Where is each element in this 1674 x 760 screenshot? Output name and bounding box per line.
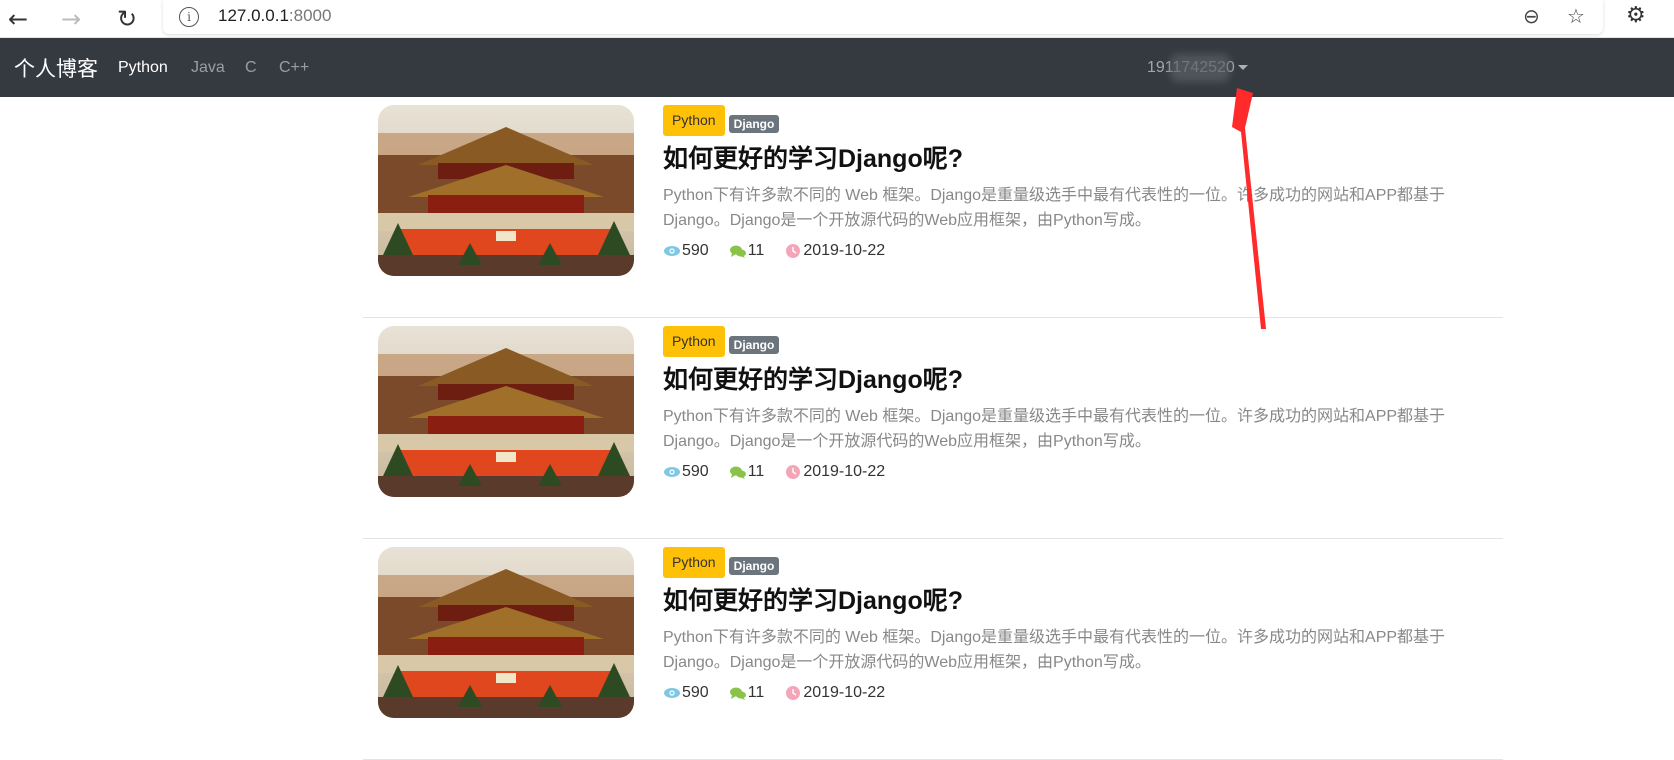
post-date: 2019-10-22 xyxy=(803,463,886,480)
views-count: 590 xyxy=(682,684,709,701)
back-arrow-icon[interactable]: ← xyxy=(3,4,33,34)
views-stat: 590 xyxy=(663,463,709,481)
address-bar[interactable]: i 127.0.0.1:8000 ⊖ ☆ xyxy=(163,0,1603,34)
views-stat: 590 xyxy=(663,684,709,702)
date-stat: 2019-10-22 xyxy=(784,463,885,481)
date-stat: 2019-10-22 xyxy=(784,242,885,260)
tag-badge[interactable]: Django xyxy=(729,115,779,133)
comments-icon xyxy=(729,245,746,258)
clock-icon xyxy=(786,465,801,479)
post-date: 2019-10-22 xyxy=(803,684,886,701)
comments-stat: 11 xyxy=(729,684,765,702)
comments-stat: 11 xyxy=(729,463,765,481)
comments-icon xyxy=(729,466,746,479)
comments-stat: 11 xyxy=(729,242,765,260)
category-badge[interactable]: Python xyxy=(663,326,725,357)
post-card: Python Django 如何更好的学习Django呢? Python下有许多… xyxy=(363,97,1503,318)
eye-icon xyxy=(664,246,680,256)
nav-link-cpp[interactable]: C++ xyxy=(279,59,309,77)
nav-link-python[interactable]: Python xyxy=(118,59,168,77)
nav-link-c[interactable]: C xyxy=(245,59,257,77)
views-stat: 590 xyxy=(663,242,709,260)
post-date: 2019-10-22 xyxy=(803,242,886,259)
caret-down-icon xyxy=(1237,65,1248,71)
site-info-icon[interactable]: i xyxy=(179,7,199,27)
comments-count: 11 xyxy=(747,463,765,480)
comments-count: 11 xyxy=(747,684,765,701)
reload-icon[interactable]: ↻ xyxy=(112,4,142,34)
forbidden-city-image xyxy=(378,105,634,276)
post-title[interactable]: 如何更好的学习Django呢? xyxy=(663,139,963,175)
post-meta: 590 11 2019-10-22 xyxy=(663,682,905,704)
post-thumbnail[interactable] xyxy=(378,105,634,276)
forbidden-city-image xyxy=(378,547,634,718)
eye-icon xyxy=(664,467,680,477)
post-title[interactable]: 如何更好的学习Django呢? xyxy=(663,581,963,617)
date-stat: 2019-10-22 xyxy=(784,684,885,702)
post-card: Python Django 如何更好的学习Django呢? Python下有许多… xyxy=(363,318,1503,539)
post-excerpt: Python下有许多款不同的 Web 框架。Django是重量级选手中最有代表性… xyxy=(663,408,1446,450)
category-badge[interactable]: Python xyxy=(663,105,725,136)
zoom-out-icon[interactable]: ⊖ xyxy=(1523,4,1540,28)
add-favorite-icon[interactable]: ☆ xyxy=(1567,4,1585,28)
post-thumbnail[interactable] xyxy=(378,547,634,718)
forbidden-city-image xyxy=(378,326,634,497)
post-title[interactable]: 如何更好的学习Django呢? xyxy=(663,360,963,396)
tag-badge[interactable]: Django xyxy=(729,336,779,354)
post-meta: 590 11 2019-10-22 xyxy=(663,240,905,262)
comments-icon xyxy=(729,687,746,700)
views-count: 590 xyxy=(682,242,709,259)
site-navbar: 个人博客 Python Java C C++ 1911742520 xyxy=(0,38,1674,97)
eye-icon xyxy=(664,688,680,698)
redaction-blur xyxy=(1170,54,1230,82)
post-card: Python Django 如何更好的学习Django呢? Python下有许多… xyxy=(363,539,1503,760)
site-brand[interactable]: 个人博客 xyxy=(14,53,98,83)
browser-toolbar: ← → ↻ i 127.0.0.1:8000 ⊖ ☆ ⚙ xyxy=(0,0,1674,38)
forward-arrow-icon[interactable]: → xyxy=(56,4,86,34)
url-text[interactable]: 127.0.0.1:8000 xyxy=(218,6,331,26)
post-meta: 590 11 2019-10-22 xyxy=(663,461,905,483)
category-badge[interactable]: Python xyxy=(663,547,725,578)
comments-count: 11 xyxy=(747,242,765,259)
extensions-icon[interactable]: ⚙ xyxy=(1626,3,1646,28)
tag-badge[interactable]: Django xyxy=(729,557,779,575)
views-count: 590 xyxy=(682,463,709,480)
post-thumbnail[interactable] xyxy=(378,326,634,497)
post-excerpt: Python下有许多款不同的 Web 框架。Django是重量级选手中最有代表性… xyxy=(663,187,1446,229)
post-excerpt: Python下有许多款不同的 Web 框架。Django是重量级选手中最有代表性… xyxy=(663,629,1446,671)
nav-link-java[interactable]: Java xyxy=(191,59,225,77)
url-host: 127.0.0.1 xyxy=(218,6,289,25)
clock-icon xyxy=(786,244,801,258)
url-port: :8000 xyxy=(288,6,332,25)
clock-icon xyxy=(786,686,801,700)
